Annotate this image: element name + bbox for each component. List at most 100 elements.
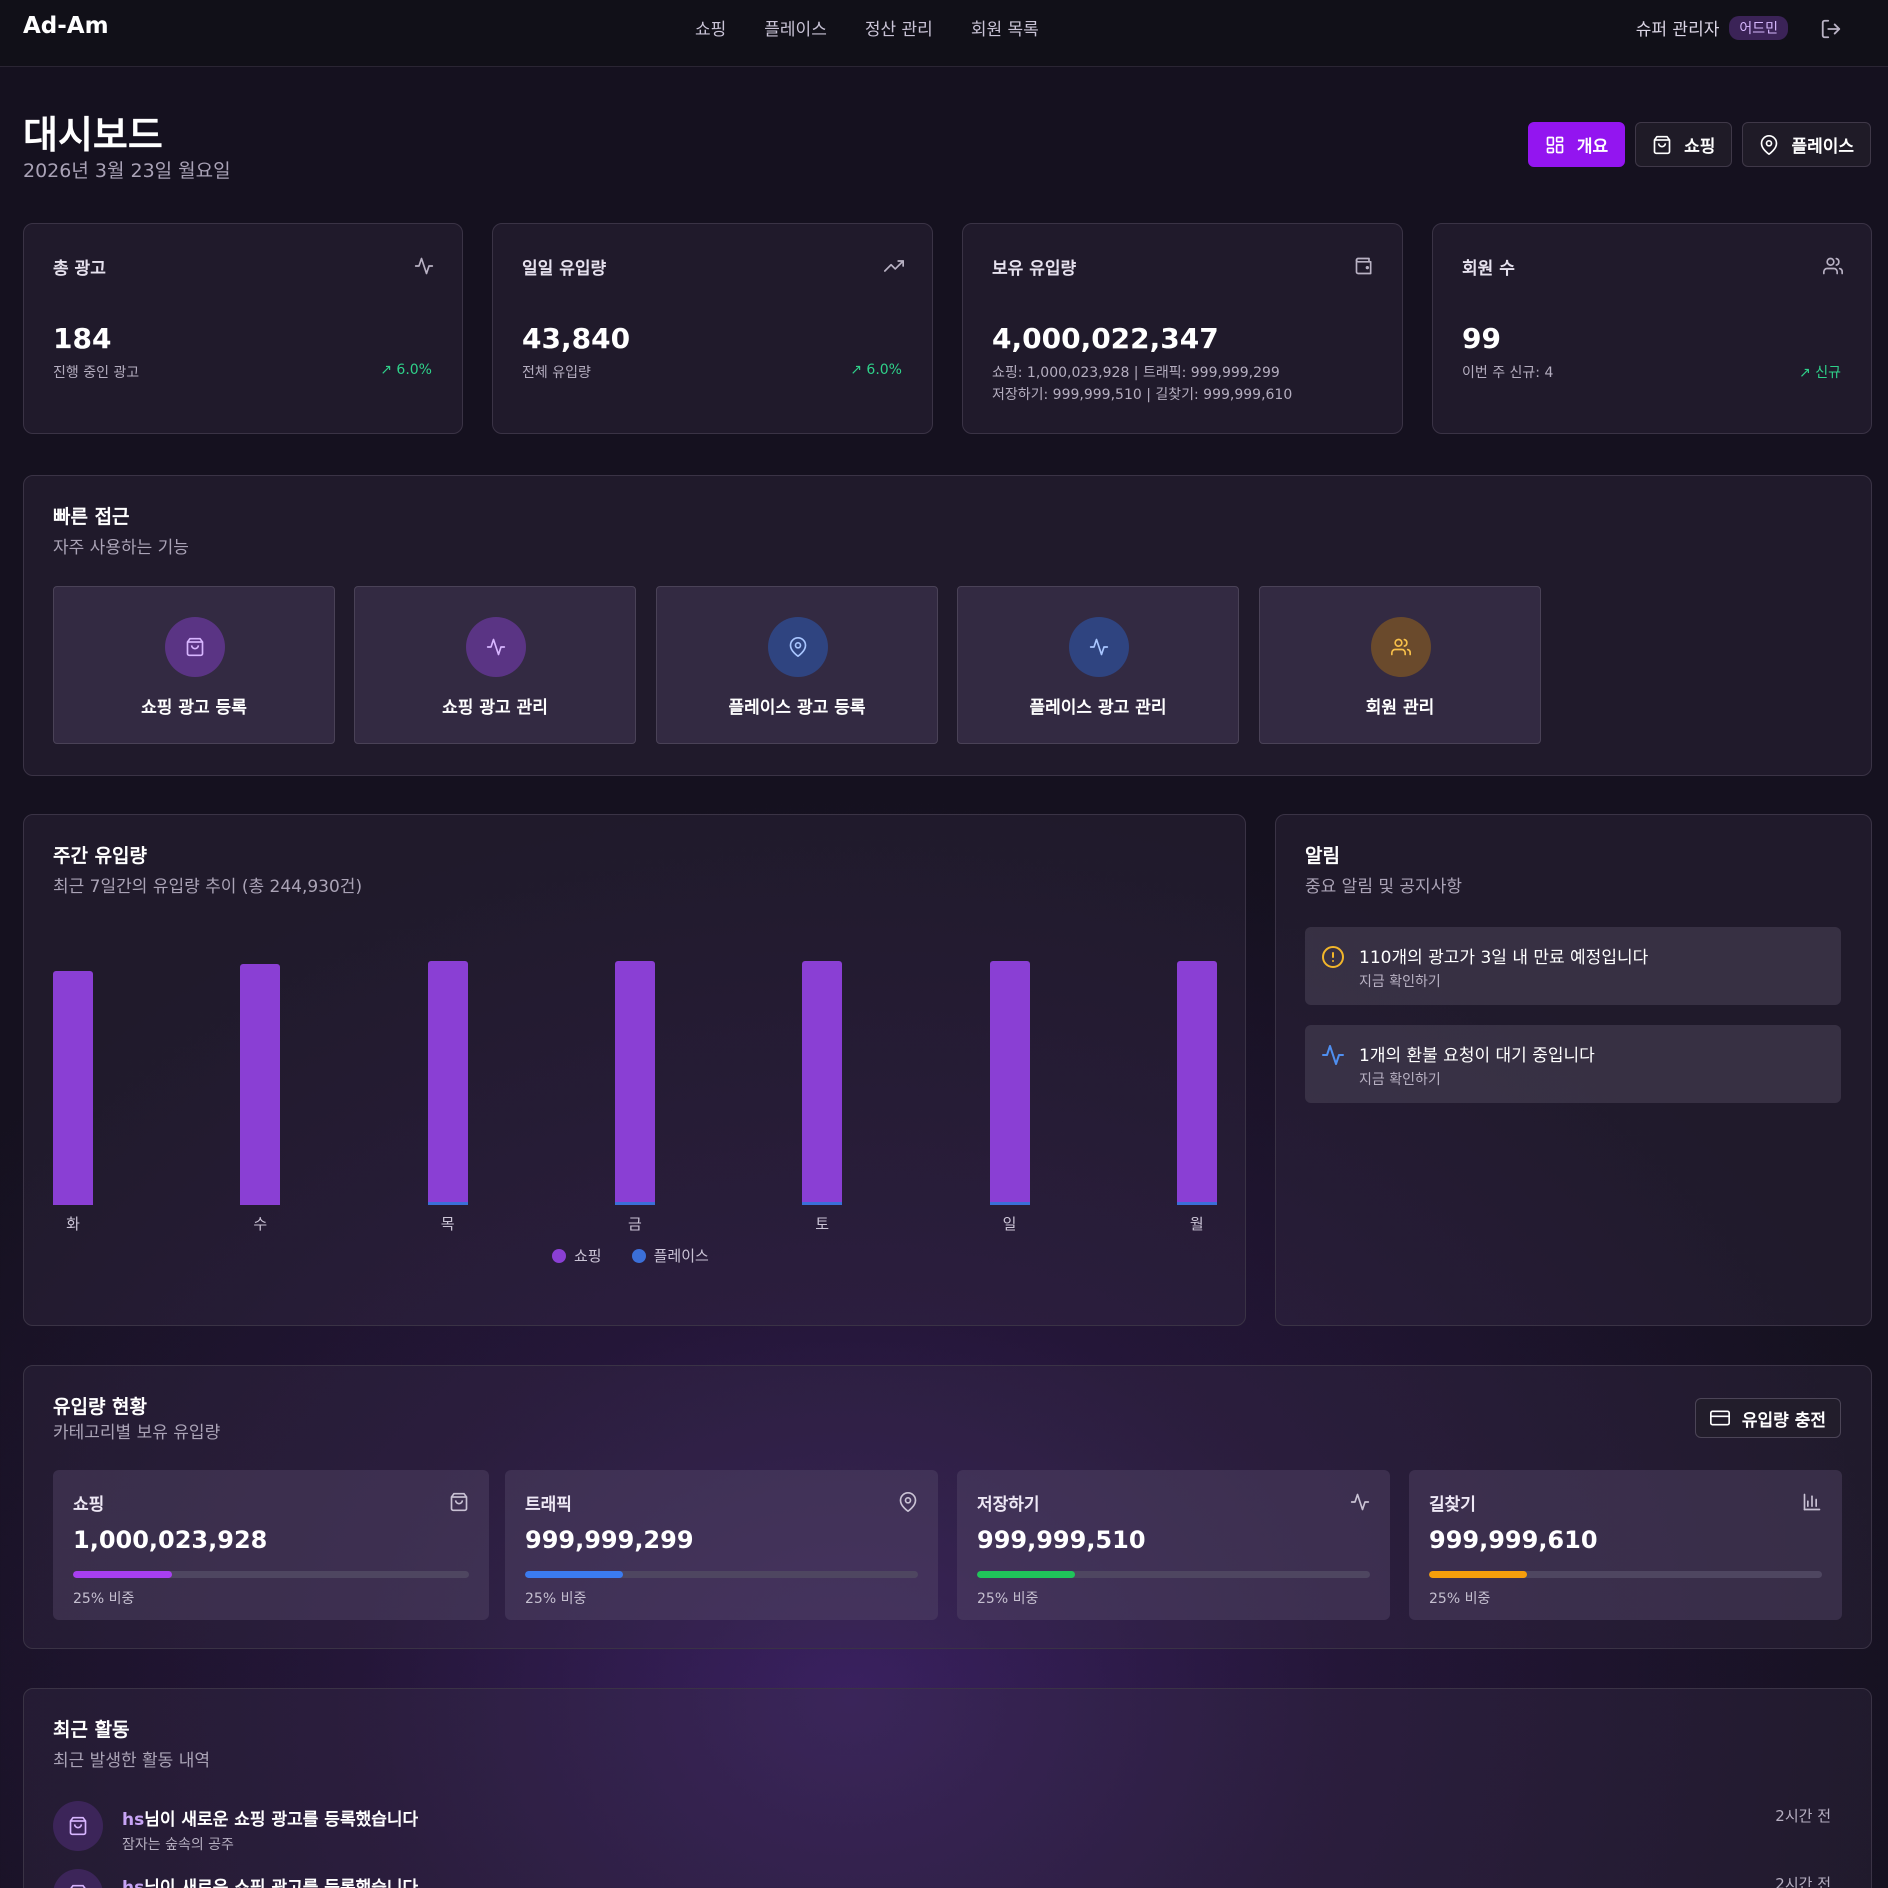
traffic-value: 999,999,299	[525, 1526, 694, 1554]
nav-link-shopping[interactable]: 쇼핑	[695, 15, 726, 40]
stat-breakdown-line-2: 저장하기: 999,999,510 | 길찾기: 999,999,610	[992, 387, 1293, 403]
tab-label: 개요	[1576, 137, 1609, 157]
stat-sub: 진행 중인 광고	[53, 365, 140, 381]
quick-shopping-ad-register[interactable]: 쇼핑 광고 등록	[53, 586, 335, 744]
icon-circle	[1069, 617, 1129, 677]
bar-shopping[interactable]	[427, 961, 468, 1202]
traffic-value: 999,999,510	[977, 1526, 1146, 1554]
share-progress-track	[73, 1571, 469, 1578]
traffic-card-save: 저장하기 999,999,510 25% 비중	[957, 1470, 1390, 1620]
quick-shopping-ad-manage[interactable]: 쇼핑 광고 관리	[354, 586, 636, 744]
section-subtitle: 카테고리별 보유 유입량	[53, 1423, 221, 1443]
alert-title: 110개의 광고가 3일 내 만료 예정입니다	[1359, 948, 1649, 968]
traffic-label: 저장하기	[977, 1495, 1040, 1515]
stat-value: 43,840	[522, 322, 631, 355]
legend-dot	[552, 1248, 566, 1263]
tab-place[interactable]: 플레이스	[1742, 122, 1871, 167]
quick-place-ad-manage[interactable]: 플레이스 광고 관리	[957, 586, 1239, 744]
charge-inflow-button[interactable]: 유입량 충전	[1694, 1398, 1841, 1438]
activity-title: hs님이 새로운 쇼핑 광고를 등록했습니다	[122, 1873, 418, 1888]
activity-icon	[414, 257, 434, 275]
bar-place[interactable]	[614, 1202, 655, 1205]
activity-avatar	[53, 1869, 103, 1888]
legend-item-place[interactable]: 플레이스	[631, 1245, 709, 1266]
icon-circle	[165, 617, 225, 677]
activity-time: 2시간 전	[1775, 1807, 1831, 1825]
bar-place[interactable]	[1176, 1202, 1217, 1205]
trend-value: 6.0%	[396, 362, 432, 378]
section-title: 알림	[1305, 845, 1340, 867]
stat-breakdown: 쇼핑: 1,000,023,928 | 트래픽: 999,999,299 저장하…	[992, 362, 1292, 406]
nav-link-settlement[interactable]: 정산 관리	[865, 15, 933, 40]
bar-place[interactable]	[427, 1202, 468, 1205]
nav-links: 쇼핑 플레이스 정산 관리 회원 목록	[695, 15, 1039, 40]
bar-shopping[interactable]	[53, 971, 93, 1205]
activity-text: 님이 새로운 쇼핑 광고를 등록했습니다	[144, 1810, 419, 1830]
activity-user[interactable]: hs	[122, 1878, 144, 1888]
stat-title: 일일 유입량	[522, 259, 607, 279]
tab-label: 플레이스	[1791, 137, 1854, 157]
page-title: 대시보드	[23, 113, 163, 157]
alert-link[interactable]: 지금 확인하기	[1359, 1069, 1441, 1089]
logout-icon[interactable]	[1820, 18, 1842, 40]
activity-avatar	[53, 1801, 103, 1851]
bar-shopping[interactable]	[989, 961, 1030, 1202]
nav-link-place[interactable]: 플레이스	[764, 15, 827, 40]
stat-card-daily-inflow: 일일 유입량 43,840 전체 유입량 ↗ 6.0%	[492, 223, 933, 434]
user-info: 슈퍼 관리자 어드민	[1636, 15, 1788, 40]
share-progress-fill	[1429, 1571, 1528, 1578]
shopping-bag-icon	[70, 1884, 86, 1888]
icon-circle	[768, 617, 828, 677]
section-title: 유입량 현황	[53, 1396, 148, 1418]
quick-member-manage[interactable]: 회원 관리	[1259, 586, 1541, 744]
traffic-label: 트래픽	[525, 1495, 572, 1515]
quick-place-ad-register[interactable]: 플레이스 광고 등록	[656, 586, 938, 744]
grid-icon	[1546, 136, 1564, 153]
alert-refund-request[interactable]: 1개의 환불 요청이 대기 중입니다 지금 확인하기	[1305, 1025, 1841, 1103]
quick-access-panel: 빠른 접근 자주 사용하는 기능 쇼핑 광고 등록 쇼핑 광고 관리 플레이스 …	[23, 475, 1872, 776]
stat-card-total-ads: 총 광고 184 진행 중인 광고 ↗ 6.0%	[23, 223, 463, 434]
icon-circle	[466, 617, 526, 677]
traffic-label: 길찾기	[1429, 1495, 1476, 1515]
weekly-inflow-panel: 주간 유입량 최근 7일간의 유입량 추이 (총 244,930건) 화수목금토…	[23, 814, 1246, 1326]
bar-place[interactable]	[989, 1202, 1030, 1205]
traffic-card-shopping: 쇼핑 1,000,023,928 25% 비중	[53, 1470, 489, 1620]
page-date: 2026년 3월 23일 월요일	[23, 160, 231, 182]
stat-sub: 이번 주 신규: 4	[1462, 365, 1554, 381]
stat-trend: ↗ 6.0%	[850, 362, 902, 378]
traffic-card-directions: 길찾기 999,999,610 25% 비중	[1409, 1470, 1842, 1620]
legend-item-shopping[interactable]: 쇼핑	[552, 1245, 602, 1266]
alerts-panel: 알림 중요 알림 및 공지사항 110개의 광고가 3일 내 만료 예정입니다 …	[1275, 814, 1872, 1326]
trending-up-icon	[884, 260, 904, 272]
alert-expiring-ads[interactable]: 110개의 광고가 3일 내 만료 예정입니다 지금 확인하기	[1305, 927, 1841, 1005]
activity-icon	[1350, 1493, 1370, 1511]
alert-title: 1개의 환불 요청이 대기 중입니다	[1359, 1046, 1595, 1066]
bar-shopping[interactable]	[240, 964, 281, 1205]
tab-overview[interactable]: 개요	[1527, 122, 1626, 167]
legend-label: 플레이스	[653, 1247, 709, 1265]
x-axis-label: 화	[66, 1215, 80, 1233]
activity-icon	[486, 638, 506, 656]
x-axis-label: 토	[815, 1215, 830, 1233]
section-title: 최근 활동	[53, 1719, 130, 1741]
view-tabs: 개요 쇼핑 플레이스	[1527, 122, 1871, 167]
share-progress-track	[1429, 1571, 1822, 1578]
activity-user[interactable]: hs	[122, 1810, 144, 1830]
x-axis-label: 수	[253, 1215, 268, 1233]
map-pin-icon	[899, 1492, 917, 1512]
activity-item[interactable]: hs님이 새로운 쇼핑 광고를 등록했습니다 잠자는 숲속의 공주 2시간 전	[53, 1801, 1861, 1861]
alert-circle-icon	[1322, 946, 1344, 968]
bar-shopping[interactable]	[614, 961, 655, 1202]
trend-value: 6.0%	[866, 362, 902, 378]
user-name: 슈퍼 관리자	[1635, 20, 1720, 40]
activity-icon	[1322, 1045, 1344, 1065]
bar-place[interactable]	[802, 1202, 843, 1205]
alert-link[interactable]: 지금 확인하기	[1359, 971, 1441, 991]
logo[interactable]: Ad-Am	[23, 13, 109, 39]
nav-link-members[interactable]: 회원 목록	[971, 15, 1039, 40]
share-progress-fill	[73, 1571, 172, 1578]
tab-shopping[interactable]: 쇼핑	[1635, 122, 1733, 167]
bar-shopping[interactable]	[1176, 961, 1217, 1202]
activity-item[interactable]: hs님이 새로운 쇼핑 광고를 등록했습니다 2시간 전	[53, 1869, 1861, 1888]
bar-shopping[interactable]	[802, 961, 843, 1202]
